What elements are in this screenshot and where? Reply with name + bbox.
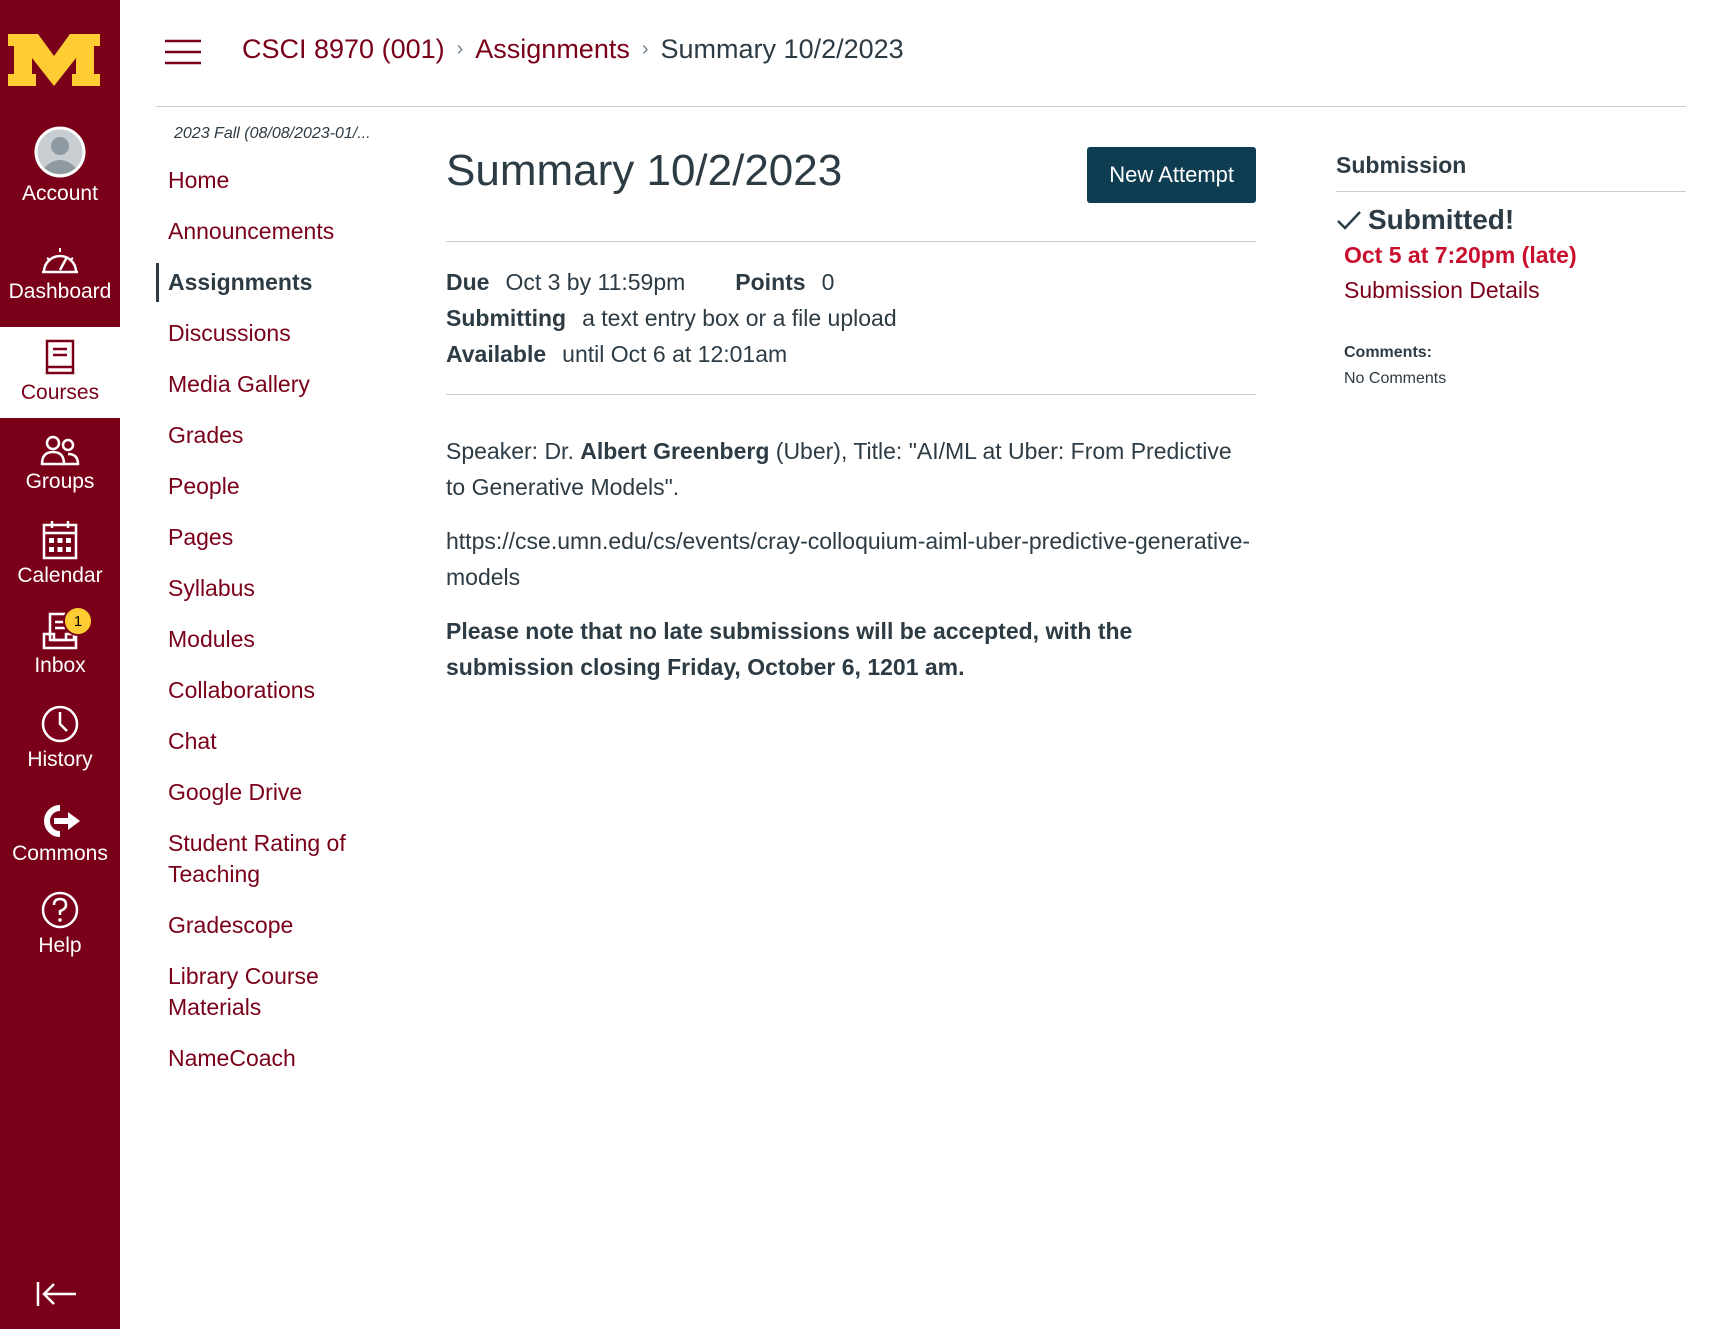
speaker-name: Albert Greenberg (580, 438, 770, 464)
points-value: 0 (821, 269, 835, 295)
nav-account[interactable]: Account (0, 126, 120, 206)
submission-late-time: Oct 5 at 7:20pm (late) (1344, 242, 1577, 268)
breadcrumb-current: Summary 10/2/2023 (660, 34, 904, 64)
nav-courses[interactable]: Courses (0, 327, 120, 418)
course-nav-student-rating[interactable]: Student Rating of Teaching (156, 828, 366, 890)
submitting-value: a text entry box or a file upload (582, 305, 897, 331)
course-nav-namecoach[interactable]: NameCoach (156, 1043, 406, 1074)
event-url-link[interactable]: https://cse.umn.edu/cs/events/cray-collo… (446, 528, 1250, 590)
assignment-details: Due Oct 3 by 11:59pm Points 0 Submitting a t… (446, 242, 1256, 395)
available-label: Available (446, 341, 547, 367)
nav-calendar[interactable]: Calendar (0, 516, 120, 588)
available-value: until Oct 6 at 12:01am (562, 341, 788, 367)
nav-help[interactable]: Help (0, 890, 120, 958)
hamburger-menu-icon (165, 39, 201, 65)
comments-value: No Comments (1344, 370, 1447, 387)
people-icon (40, 435, 80, 466)
nav-history-label: History (27, 748, 93, 771)
course-nav-library-course-materials[interactable]: Library Course Materials (156, 961, 356, 1023)
checkmark-icon (1337, 211, 1361, 230)
course-nav-modules[interactable]: Modules (156, 624, 406, 655)
course-term: 2023 Fall (08/08/2023-01/... (174, 125, 371, 142)
nav-history[interactable]: History (0, 704, 120, 772)
collapse-arrow-icon (36, 1282, 76, 1306)
course-nav-assignments[interactable]: Assignments (156, 263, 406, 302)
course-nav-grades[interactable]: Grades (156, 420, 406, 451)
submitting-row: Submitting a text entry box or a file upl… (446, 300, 1256, 336)
help-icon (41, 891, 79, 929)
course-nav: 2023 Fall (08/08/2023-01/... Home Announ… (156, 125, 406, 1074)
submitting-label: Submitting (446, 305, 567, 331)
clock-icon (41, 705, 79, 743)
nav-help-label: Help (38, 934, 82, 957)
description-speaker: Speaker: Dr. Albert Greenberg (Uber), Ti… (446, 433, 1256, 505)
course-nav-google-drive[interactable]: Google Drive (156, 777, 406, 808)
course-nav-syllabus[interactable]: Syllabus (156, 573, 406, 604)
collapse-nav-button[interactable] (36, 1280, 78, 1313)
speedometer-icon (42, 248, 78, 274)
breadcrumb-assignments-link[interactable]: Assignments (475, 34, 630, 65)
course-nav-chat[interactable]: Chat (156, 726, 406, 757)
assignment-title-row: Summary 10/2/2023 New Attempt (446, 140, 1256, 242)
course-nav-announcements[interactable]: Announcements (156, 216, 406, 247)
nav-account-label: Account (22, 182, 98, 205)
course-nav-media-gallery[interactable]: Media Gallery (156, 369, 406, 400)
nav-calendar-label: Calendar (17, 564, 103, 587)
description-url-paragraph: https://cse.umn.edu/cs/events/cray-collo… (446, 523, 1256, 595)
description-late-note: Please note that no late submissions wil… (446, 618, 1133, 680)
breadcrumb-course-link[interactable]: CSCI 8970 (001) (242, 34, 445, 65)
page-title: Summary 10/2/2023 (446, 146, 843, 195)
nav-courses-label: Courses (20, 381, 100, 404)
course-nav-people[interactable]: People (156, 471, 406, 502)
speaker-prefix: Speaker: Dr. (446, 438, 581, 464)
course-nav-discussions[interactable]: Discussions (156, 318, 406, 349)
nav-dashboard-label: Dashboard (8, 280, 112, 303)
course-menu-toggle[interactable] (164, 38, 202, 71)
nav-groups-label: Groups (25, 470, 95, 493)
due-label: Due (446, 269, 490, 295)
assignment-description: Speaker: Dr. Albert Greenberg (Uber), Ti… (446, 395, 1256, 685)
university-logo[interactable] (0, 0, 120, 120)
breadcrumb-separator-icon: › (456, 38, 464, 60)
comments-label: Comments: (1344, 344, 1433, 361)
submission-heading: Submission (1336, 152, 1686, 192)
submission-details-link[interactable]: Submission Details (1344, 277, 1540, 304)
nav-commons-label: Commons (12, 842, 108, 865)
submission-status: Submitted! (1336, 204, 1686, 236)
global-nav: Account Dashboard Courses Groups Calenda… (0, 0, 120, 1329)
course-nav-home[interactable]: Home (156, 165, 406, 196)
inbox-unread-badge: 1 (63, 606, 93, 636)
nav-dashboard[interactable]: Dashboard (0, 236, 120, 304)
course-nav-gradescope[interactable]: Gradescope (156, 910, 406, 941)
user-avatar-icon (34, 126, 86, 178)
new-attempt-button[interactable]: New Attempt (1087, 147, 1256, 203)
assignment-main: Summary 10/2/2023 New Attempt Due Oct 3 b… (446, 140, 1256, 703)
points-label: Points (735, 269, 806, 295)
commons-icon (44, 805, 80, 837)
nav-inbox-label: Inbox (34, 654, 86, 677)
submission-sidebar: Submission Submitted! Oct 5 at 7:20pm (l… (1336, 152, 1686, 388)
page-header: CSCI 8970 (001) › Assignments › Summary … (156, 0, 1686, 107)
nav-inbox[interactable]: 1 Inbox (0, 606, 120, 678)
book-icon (45, 339, 75, 375)
breadcrumb-separator-icon: › (641, 38, 649, 60)
due-row: Due Oct 3 by 11:59pm Points 0 (446, 264, 1256, 300)
nav-commons[interactable]: Commons (0, 798, 120, 866)
course-nav-pages[interactable]: Pages (156, 522, 406, 553)
due-value: Oct 3 by 11:59pm (505, 269, 686, 295)
block-m-logo-icon (8, 34, 100, 86)
breadcrumb: CSCI 8970 (001) › Assignments › Summary … (242, 34, 904, 65)
submitted-text: Submitted! (1368, 204, 1515, 235)
calendar-icon (42, 521, 78, 560)
available-row: Available until Oct 6 at 12:01am (446, 336, 1256, 372)
nav-groups[interactable]: Groups (0, 430, 120, 494)
course-nav-collaborations[interactable]: Collaborations (156, 675, 406, 706)
